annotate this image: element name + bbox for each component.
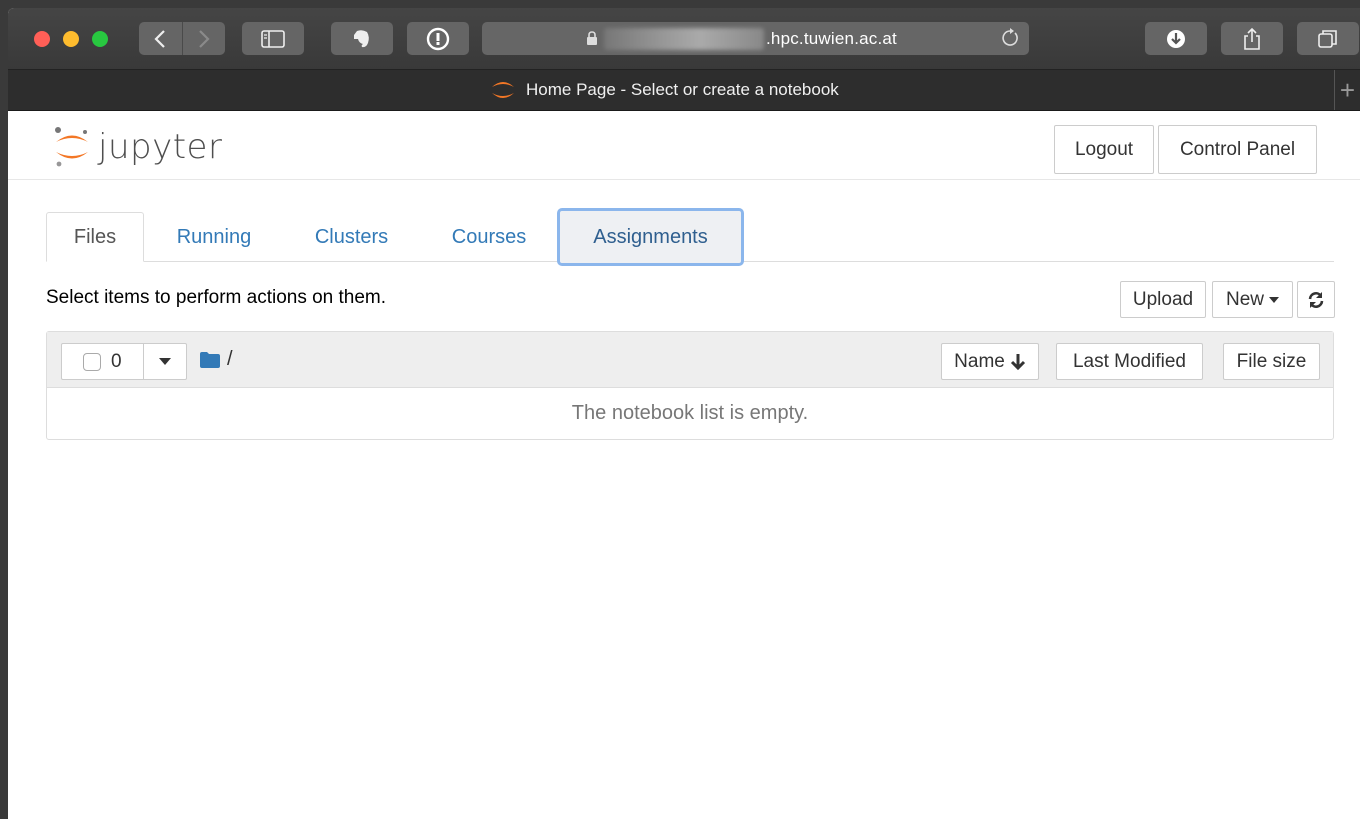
chevron-right-icon	[198, 29, 210, 48]
evernote-extension-button[interactable]	[331, 22, 393, 55]
control-panel-button[interactable]: Control Panel	[1158, 125, 1317, 174]
redacted-hostname	[604, 28, 764, 50]
share-icon	[1244, 27, 1260, 50]
minimize-window-button[interactable]	[63, 31, 79, 47]
browser-tab-title: Home Page - Select or create a notebook	[526, 80, 839, 99]
share-button[interactable]	[1221, 22, 1283, 55]
tab-clusters[interactable]: Clusters	[284, 212, 419, 262]
reload-icon[interactable]	[1000, 28, 1020, 48]
upload-button[interactable]: Upload	[1120, 281, 1206, 318]
sort-name-label: Name	[954, 350, 1005, 372]
zoom-window-button[interactable]	[92, 31, 108, 47]
jupyter-header: jupyter Logout Control Panel	[8, 111, 1360, 180]
selected-count: 0	[111, 350, 122, 372]
dashboard-tabs: Files Running Clusters Courses Assignmen…	[46, 208, 1334, 266]
evernote-elephant-icon	[354, 29, 369, 47]
active-browser-tab[interactable]: Home Page - Select or create a notebook	[490, 79, 839, 101]
lock-icon	[587, 31, 597, 45]
select-all-checkbox[interactable]	[83, 352, 101, 371]
jupyter-logo-icon	[55, 127, 88, 167]
jupyter-favicon-icon	[492, 82, 514, 98]
onepassword-icon	[426, 27, 450, 50]
logout-button[interactable]: Logout	[1054, 125, 1154, 174]
history-nav	[139, 22, 225, 55]
chevron-left-icon	[154, 29, 166, 48]
browser-window: .hpc.tuwien.ac.at Home Page - Select or …	[8, 8, 1360, 819]
caret-down-icon	[159, 358, 171, 365]
empty-list-message: The notebook list is empty.	[571, 401, 809, 424]
address-bar[interactable]: .hpc.tuwien.ac.at	[482, 22, 1029, 55]
tab-courses[interactable]: Courses	[419, 212, 559, 262]
back-button[interactable]	[139, 22, 182, 55]
download-icon	[1167, 29, 1185, 48]
breadcrumb-path: /	[227, 348, 233, 370]
sort-by-last-modified-button[interactable]: Last Modified	[1056, 343, 1203, 380]
tab-overview-button[interactable]	[1297, 22, 1359, 55]
tab-running[interactable]: Running	[144, 212, 284, 262]
sidebar-icon	[261, 29, 285, 48]
new-dropdown-button[interactable]: New	[1212, 281, 1293, 318]
tabs-icon	[1318, 29, 1337, 48]
sort-by-name-button[interactable]: Name	[941, 343, 1039, 380]
forward-button[interactable]	[181, 22, 226, 55]
select-menu-button[interactable]	[144, 344, 186, 379]
notebook-list: 0 / Name Last Modified File size The not…	[46, 331, 1334, 440]
breadcrumb[interactable]: /	[200, 348, 233, 371]
select-all-control: 0	[61, 343, 187, 380]
caret-down-icon	[1269, 296, 1279, 303]
refresh-icon	[1308, 291, 1324, 308]
address-url: .hpc.tuwien.ac.at	[766, 29, 897, 48]
select-all-toggle[interactable]: 0	[62, 344, 144, 379]
new-button-label: New	[1225, 288, 1264, 310]
tab-files[interactable]: Files	[46, 212, 144, 262]
sort-by-file-size-button[interactable]: File size	[1223, 343, 1320, 380]
logo-wordmark: jupyter	[98, 127, 223, 167]
arrow-down-icon	[1010, 353, 1025, 370]
browser-toolbar: .hpc.tuwien.ac.at	[8, 8, 1360, 70]
browser-tab-bar: Home Page - Select or create a notebook …	[8, 70, 1360, 111]
refresh-button[interactable]	[1297, 281, 1335, 318]
tab-assignments[interactable]: Assignments	[557, 208, 744, 266]
notebook-list-header: 0 / Name Last Modified File size	[47, 332, 1333, 388]
downloads-button[interactable]	[1145, 22, 1207, 55]
password-manager-button[interactable]	[407, 22, 469, 55]
folder-icon	[200, 351, 220, 368]
close-window-button[interactable]	[34, 31, 50, 47]
selection-hint: Select items to perform actions on them.	[46, 287, 387, 308]
sidebar-button[interactable]	[242, 22, 304, 55]
jupyter-logo[interactable]: jupyter	[52, 123, 222, 171]
new-tab-button[interactable]: +	[1334, 70, 1360, 110]
